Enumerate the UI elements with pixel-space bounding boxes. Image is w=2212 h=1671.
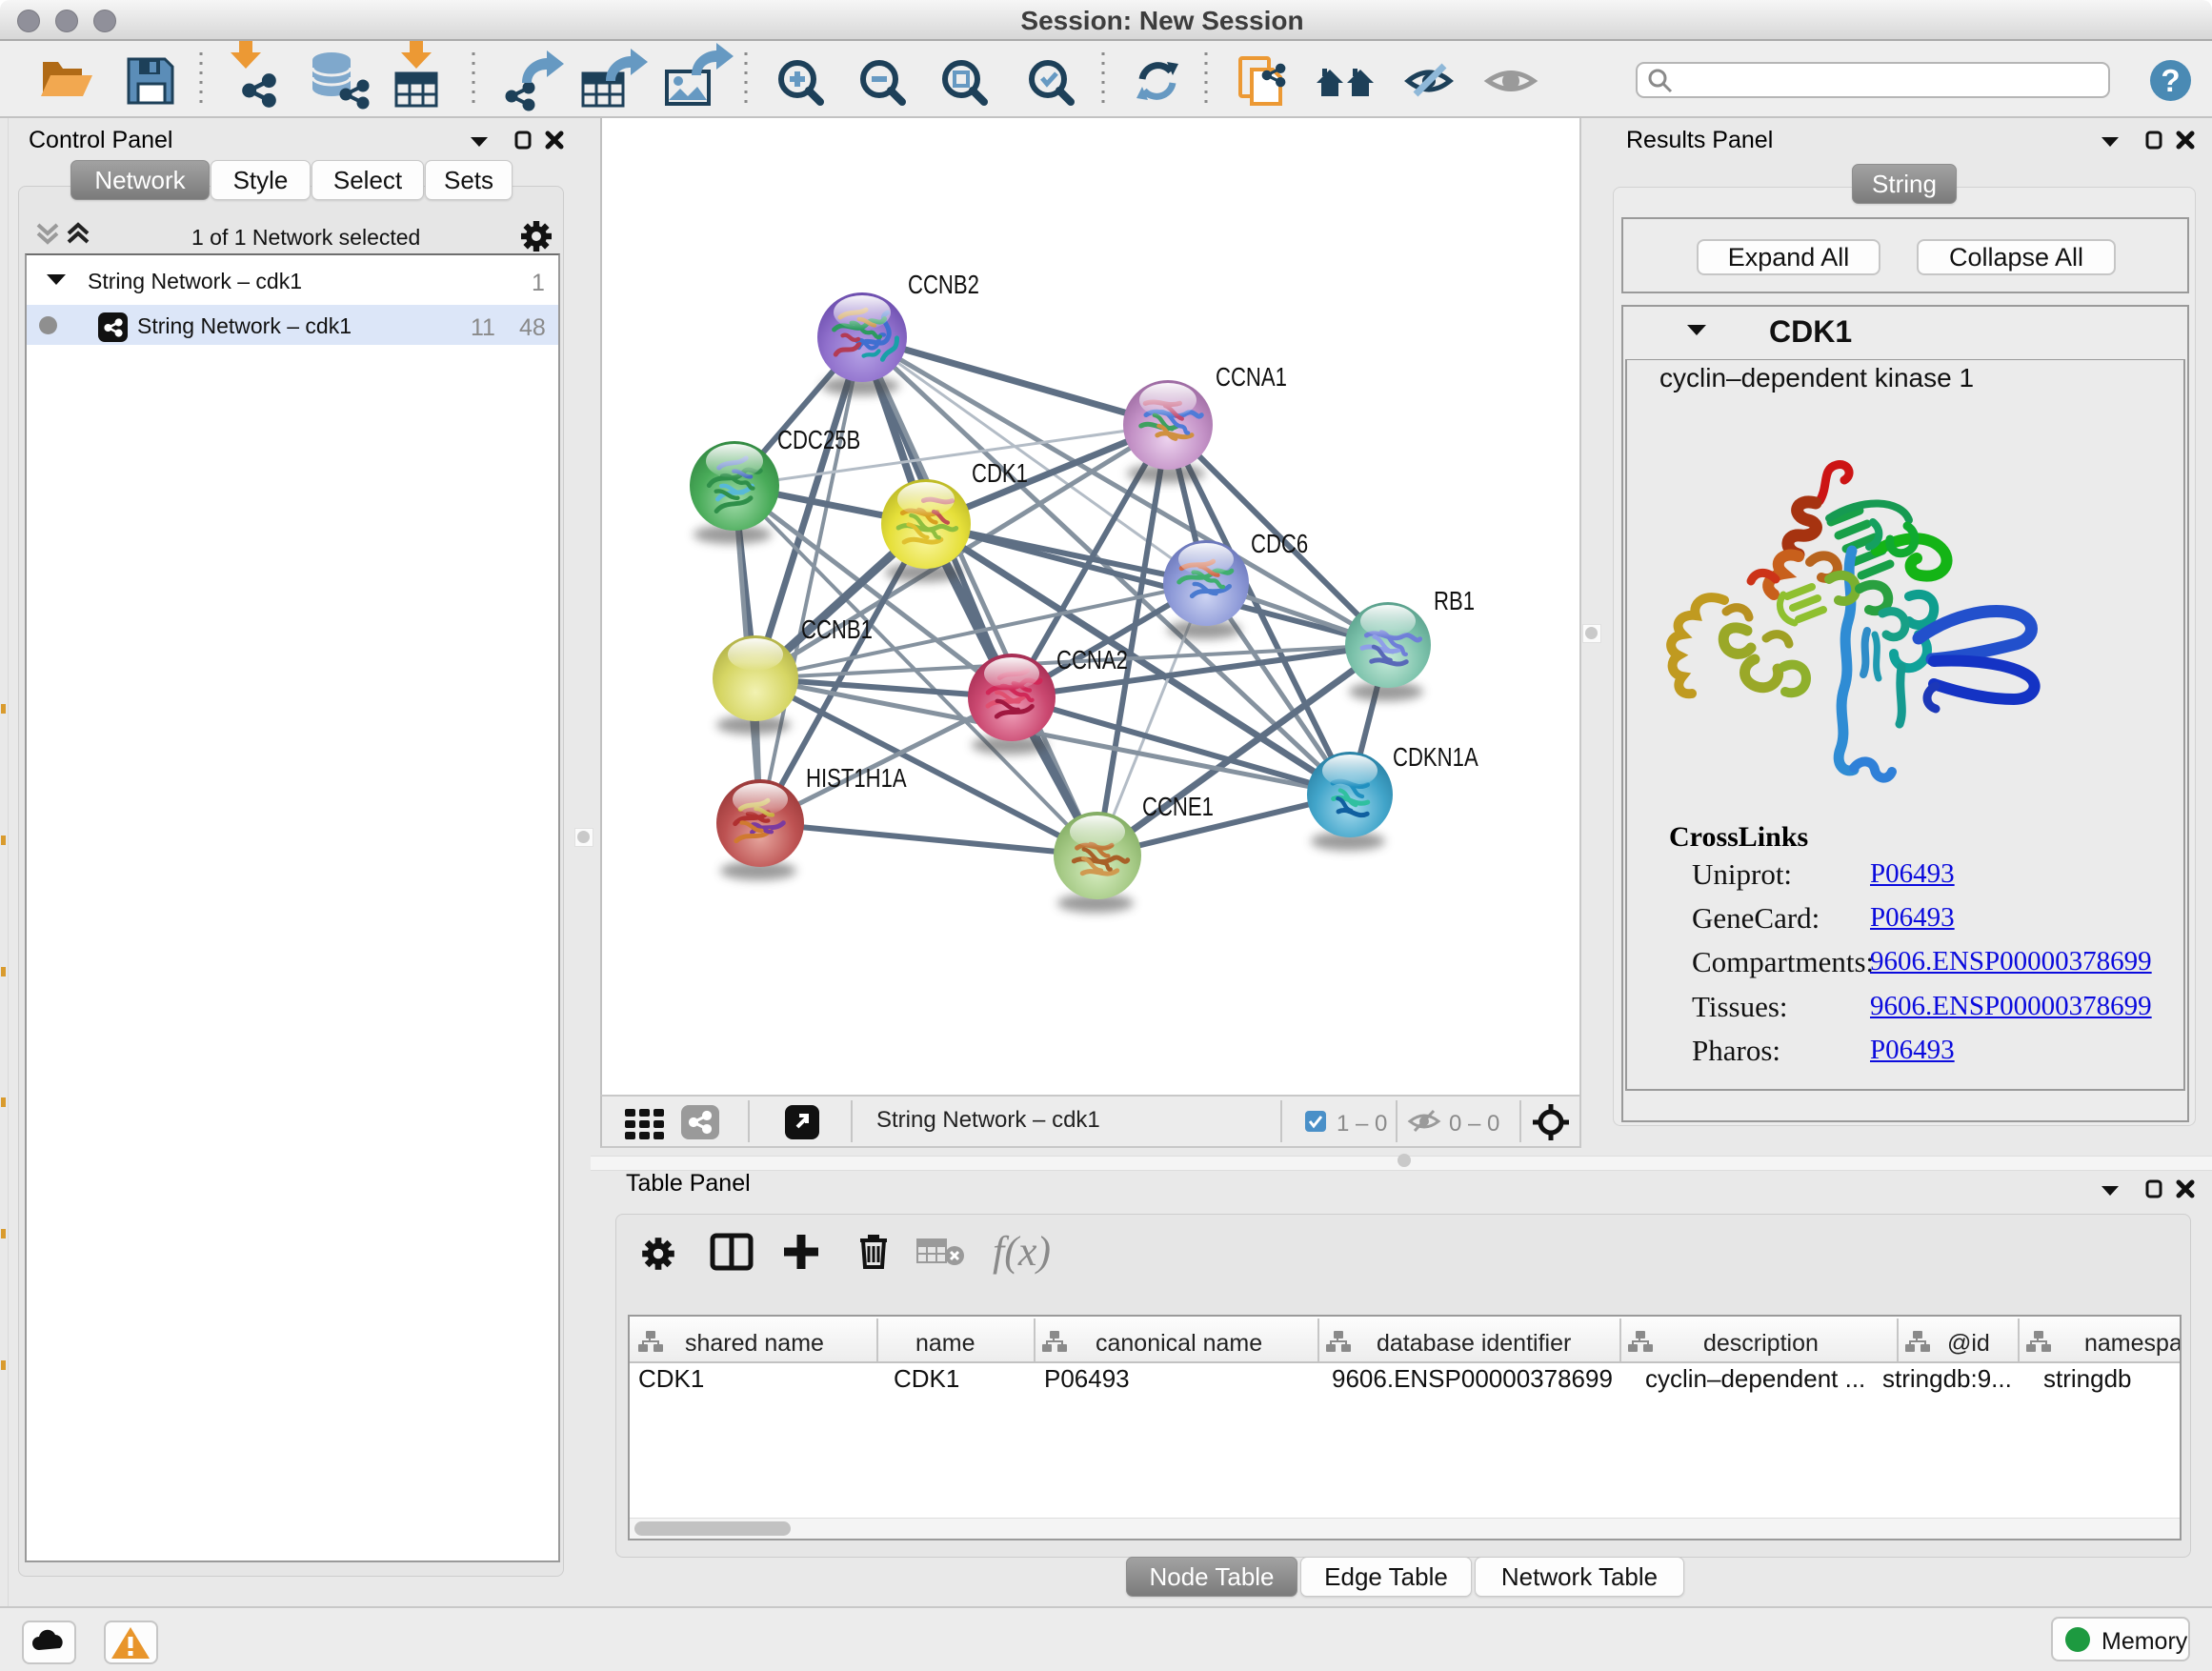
svg-text:CDC6: CDC6 — [1251, 530, 1308, 559]
svg-text:CDKN1A: CDKN1A — [1393, 743, 1478, 773]
svg-text:CCNB1: CCNB1 — [801, 615, 873, 645]
svg-text:CCNA1: CCNA1 — [1216, 363, 1287, 393]
svg-text:CCNB2: CCNB2 — [908, 271, 979, 300]
svg-text:CCNA2: CCNA2 — [1056, 646, 1128, 675]
svg-text:CDC25B: CDC25B — [777, 426, 860, 455]
svg-text:RB1: RB1 — [1434, 587, 1475, 616]
svg-text:HIST1H1A: HIST1H1A — [806, 764, 907, 794]
svg-text:CDK1: CDK1 — [972, 459, 1028, 489]
svg-text:CCNE1: CCNE1 — [1142, 793, 1214, 822]
